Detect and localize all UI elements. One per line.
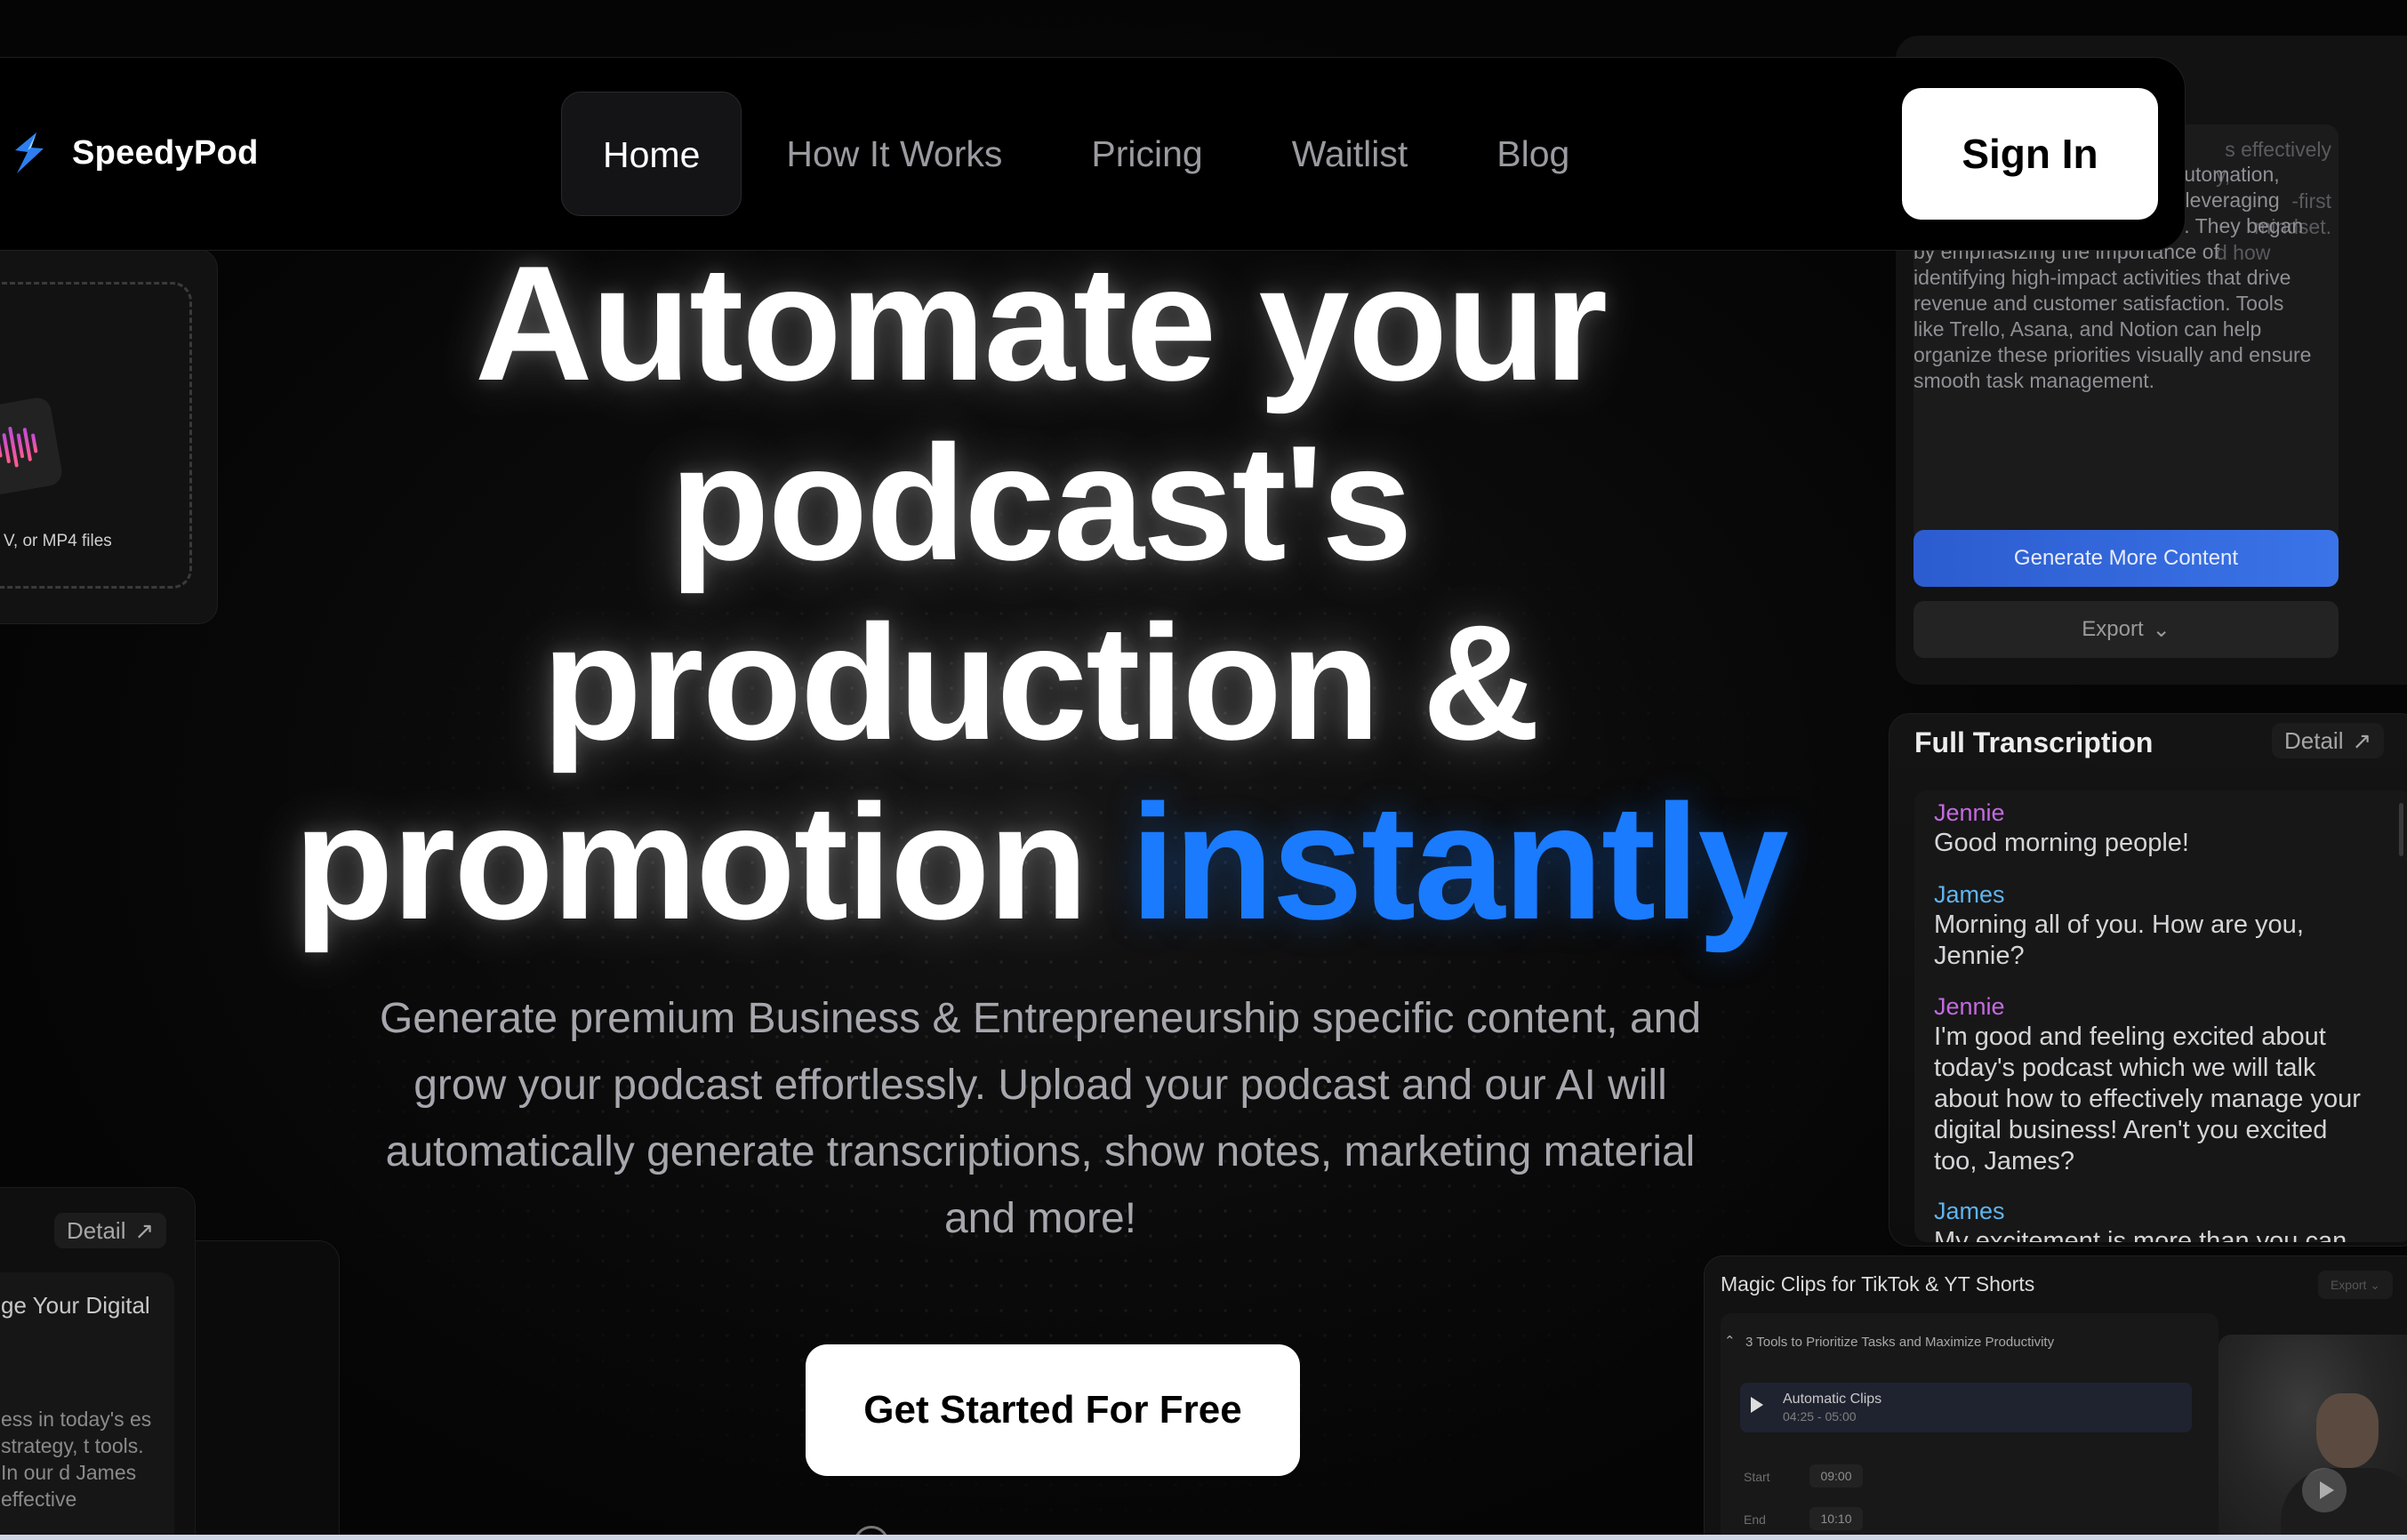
message-text: Good morning people!: [1934, 829, 2189, 857]
end-label: End: [1744, 1512, 1766, 1527]
export-label: Export: [2082, 617, 2144, 641]
bottom-edge: [0, 1535, 2407, 1540]
clip-name: Automatic Clips: [1783, 1392, 1882, 1407]
sign-in-button[interactable]: Sign In: [1902, 88, 2158, 220]
hero-title-accent: instantly: [1130, 770, 1789, 953]
clip-time-range: 04:25 - 05:00: [1783, 1409, 1857, 1424]
magic-clips-card: Magic Clips for TikTok & YT Shorts Expor…: [1704, 1255, 2407, 1540]
brand-name: SpeedyPod: [72, 133, 259, 172]
speaker-name: Jennie: [1934, 993, 2005, 1020]
export-dropdown-button[interactable]: Export ⌄: [1914, 601, 2339, 658]
transcript-message: James My excitement is more than you can: [1934, 1196, 2361, 1242]
detail-button[interactable]: Detail ↗: [2272, 723, 2385, 758]
page-background: V, or MP4 files Detail ↗ ge Your Digital…: [0, 0, 2407, 1540]
hero-subtitle: Generate premium Business & Entrepreneur…: [379, 995, 1702, 1242]
magic-clips-title: Magic Clips for TikTok & YT Shorts: [1721, 1272, 2035, 1295]
transcription-title: Full Transcription: [1914, 726, 2154, 758]
nav-item-blog[interactable]: Blog: [1452, 92, 1614, 216]
speaker-name: James: [1934, 1198, 2005, 1224]
presenter-head: [2316, 1393, 2379, 1468]
brand[interactable]: SpeedyPod: [10, 131, 259, 175]
show-notes-title: ge Your Digital: [1, 1292, 150, 1319]
message-text: I'm good and feeling excited about today…: [1934, 1023, 2361, 1175]
transcription-list[interactable]: Jennie Good morning people! James Mornin…: [1914, 790, 2407, 1242]
message-text: Morning all of you. How are you, Jennie?: [1934, 910, 2304, 970]
chevron-up-icon[interactable]: ⌃: [1724, 1333, 1736, 1349]
detail-label: Detail: [2284, 726, 2344, 754]
nav-item-home[interactable]: Home: [561, 92, 742, 216]
arrow-up-right-icon: ↗: [2352, 726, 2372, 754]
audio-wave-icon: [0, 395, 64, 498]
transcript-message: James Morning all of you. How are you, J…: [1934, 879, 2361, 972]
message-text: My excitement is more than you can: [1934, 1227, 2347, 1242]
transcript-message: Jennie Good morning people!: [1934, 798, 2361, 859]
clips-export-button[interactable]: Export ⌄: [2318, 1271, 2393, 1299]
scrollbar[interactable]: [2399, 803, 2403, 856]
clip-video-preview[interactable]: [2218, 1335, 2407, 1540]
speaker-name: James: [1934, 881, 2005, 908]
speaker-name: Jennie: [1934, 799, 2005, 826]
detail-button[interactable]: Detail ↗: [54, 1213, 167, 1248]
transcript-message: Jennie I'm good and feeling excited abou…: [1934, 991, 2361, 1177]
end-time-input[interactable]: 10:10: [1809, 1507, 1863, 1530]
upload-card: V, or MP4 files: [0, 249, 218, 624]
nav-item-waitlist[interactable]: Waitlist: [1248, 92, 1453, 216]
detail-label: Detail: [67, 1216, 126, 1244]
transcription-card: Full Transcription Detail ↗ Jennie Good …: [1889, 713, 2407, 1247]
get-started-button[interactable]: Get Started For Free: [806, 1344, 1300, 1476]
video-play-icon[interactable]: [2302, 1468, 2347, 1512]
hero-title: Automate your podcast's production & pro…: [293, 231, 1789, 953]
start-time-input[interactable]: 09:00: [1809, 1464, 1863, 1488]
upload-formats-text: V, or MP4 files: [4, 532, 112, 550]
play-icon: [1751, 1397, 1763, 1413]
show-notes-preview: ge Your Digital ess in today's es strate…: [0, 1272, 174, 1540]
clip-item[interactable]: Automatic Clips 04:25 - 05:00: [1740, 1383, 2192, 1432]
generate-more-content-button[interactable]: Generate More Content: [1914, 530, 2339, 587]
show-notes-body: ess in today's es strategy, t tools. In …: [1, 1408, 152, 1511]
show-notes-card: Detail ↗ ge Your Digital ess in today's …: [0, 1187, 196, 1540]
nav-item-pricing[interactable]: Pricing: [1047, 92, 1247, 216]
nav-links: Home How It Works Pricing Waitlist Blog: [561, 92, 1614, 216]
nav-item-how-it-works[interactable]: How It Works: [742, 92, 1047, 216]
lightning-s-logo-icon: [15, 132, 44, 173]
top-navbar: SpeedyPod Home How It Works Pricing Wait…: [0, 57, 2186, 251]
chevron-down-icon: ⌄: [2152, 617, 2170, 642]
clip-episode-title: 3 Tools to Prioritize Tasks and Maximize…: [1745, 1335, 2055, 1350]
arrow-up-right-icon: ↗: [134, 1216, 155, 1244]
start-label: Start: [1744, 1470, 1770, 1484]
upload-dropzone[interactable]: V, or MP4 files: [0, 282, 192, 589]
